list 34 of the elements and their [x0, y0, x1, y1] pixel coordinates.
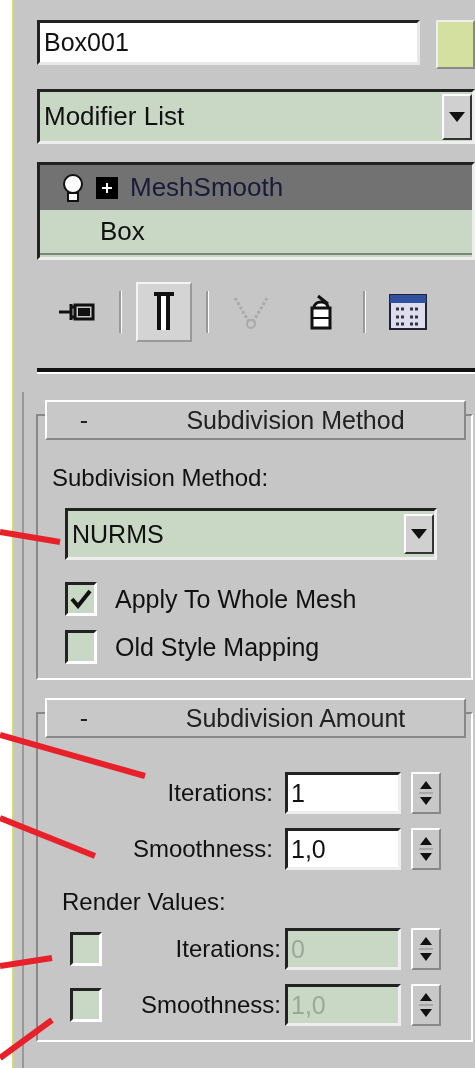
stack-item[interactable]: Box: [40, 210, 472, 255]
field-label: Smoothness:: [132, 835, 273, 863]
rollout-header[interactable]: - Subdivision Amount: [45, 698, 466, 738]
checkbox[interactable]: [65, 630, 97, 664]
field-label: Iterations:: [175, 935, 281, 963]
rollout-header[interactable]: - Subdivision Method: [45, 400, 466, 440]
number-field[interactable]: 1,0: [285, 828, 401, 870]
spinner-button[interactable]: [411, 772, 441, 814]
leader-line: [0, 955, 53, 969]
toolbar-button[interactable]: [136, 282, 192, 342]
spinner-button[interactable]: [411, 984, 441, 1026]
modifier-list-dropdown[interactable]: Modifier List: [37, 89, 475, 144]
spinner-button[interactable]: [411, 928, 441, 970]
grid-icon: [388, 293, 428, 331]
object-name-field[interactable]: Box001: [37, 20, 420, 65]
checkbox-label: Old Style Mapping: [115, 632, 320, 662]
checkbox-label: Apply To Whole Mesh: [115, 584, 357, 614]
color-swatch[interactable]: [436, 20, 475, 69]
section-label: Render Values:: [62, 888, 227, 916]
number-field[interactable]: 1: [285, 772, 401, 814]
field-label: Iterations:: [167, 779, 273, 807]
leader-line: [0, 1017, 54, 1061]
field-label: Smoothness:: [140, 991, 281, 1019]
bin-icon: [308, 292, 334, 332]
method-dropdown[interactable]: NURMS: [65, 508, 437, 560]
spinner-button[interactable]: [411, 828, 441, 870]
lightbulb-icon: [62, 172, 84, 203]
bar-icon: [152, 292, 176, 332]
leader-line: [0, 529, 61, 545]
checkbox[interactable]: [65, 582, 97, 616]
field-label: Subdivision Method:: [52, 464, 270, 492]
expand-icon[interactable]: [96, 176, 118, 199]
dropdown-arrow-icon: [449, 111, 465, 122]
dropdown-arrow-icon: [411, 529, 427, 539]
